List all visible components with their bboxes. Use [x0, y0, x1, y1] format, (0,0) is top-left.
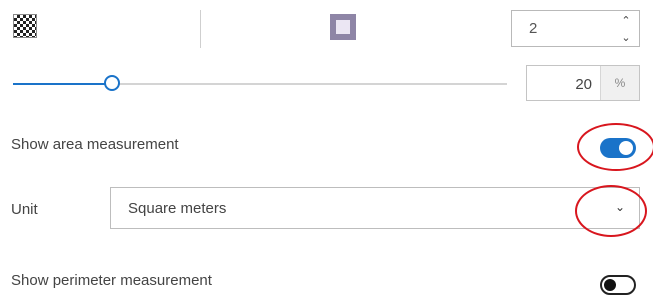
- transparency-slider-fill: [13, 83, 112, 85]
- area-measurement-label: Show area measurement: [11, 136, 179, 153]
- transparency-slider-thumb[interactable]: [103, 75, 120, 91]
- outline-width-value[interactable]: 2: [529, 20, 537, 37]
- outline-style-swatch-icon[interactable]: [330, 14, 356, 40]
- annotation-circle-toggle: [577, 123, 653, 171]
- unit-selected-value: Square meters: [128, 200, 227, 217]
- percent-unit-label: %: [600, 66, 639, 100]
- annotation-circle-dropdown: [575, 185, 647, 237]
- stepper-down-icon[interactable]: ⌄: [612, 29, 640, 46]
- outline-width-stepper[interactable]: 2 ⌃ ⌄: [511, 10, 640, 47]
- unit-select[interactable]: Square meters ⌄: [110, 187, 640, 229]
- transparency-value[interactable]: 20: [575, 76, 592, 93]
- perimeter-measurement-label: Show perimeter measurement: [11, 272, 212, 289]
- vertical-divider: [200, 10, 201, 48]
- fill-pattern-swatch-icon[interactable]: [13, 14, 37, 38]
- stepper-up-icon[interactable]: ⌃: [612, 12, 640, 29]
- perimeter-measurement-toggle[interactable]: [600, 275, 636, 295]
- transparency-input[interactable]: 20 %: [526, 65, 640, 101]
- unit-label: Unit: [11, 201, 38, 218]
